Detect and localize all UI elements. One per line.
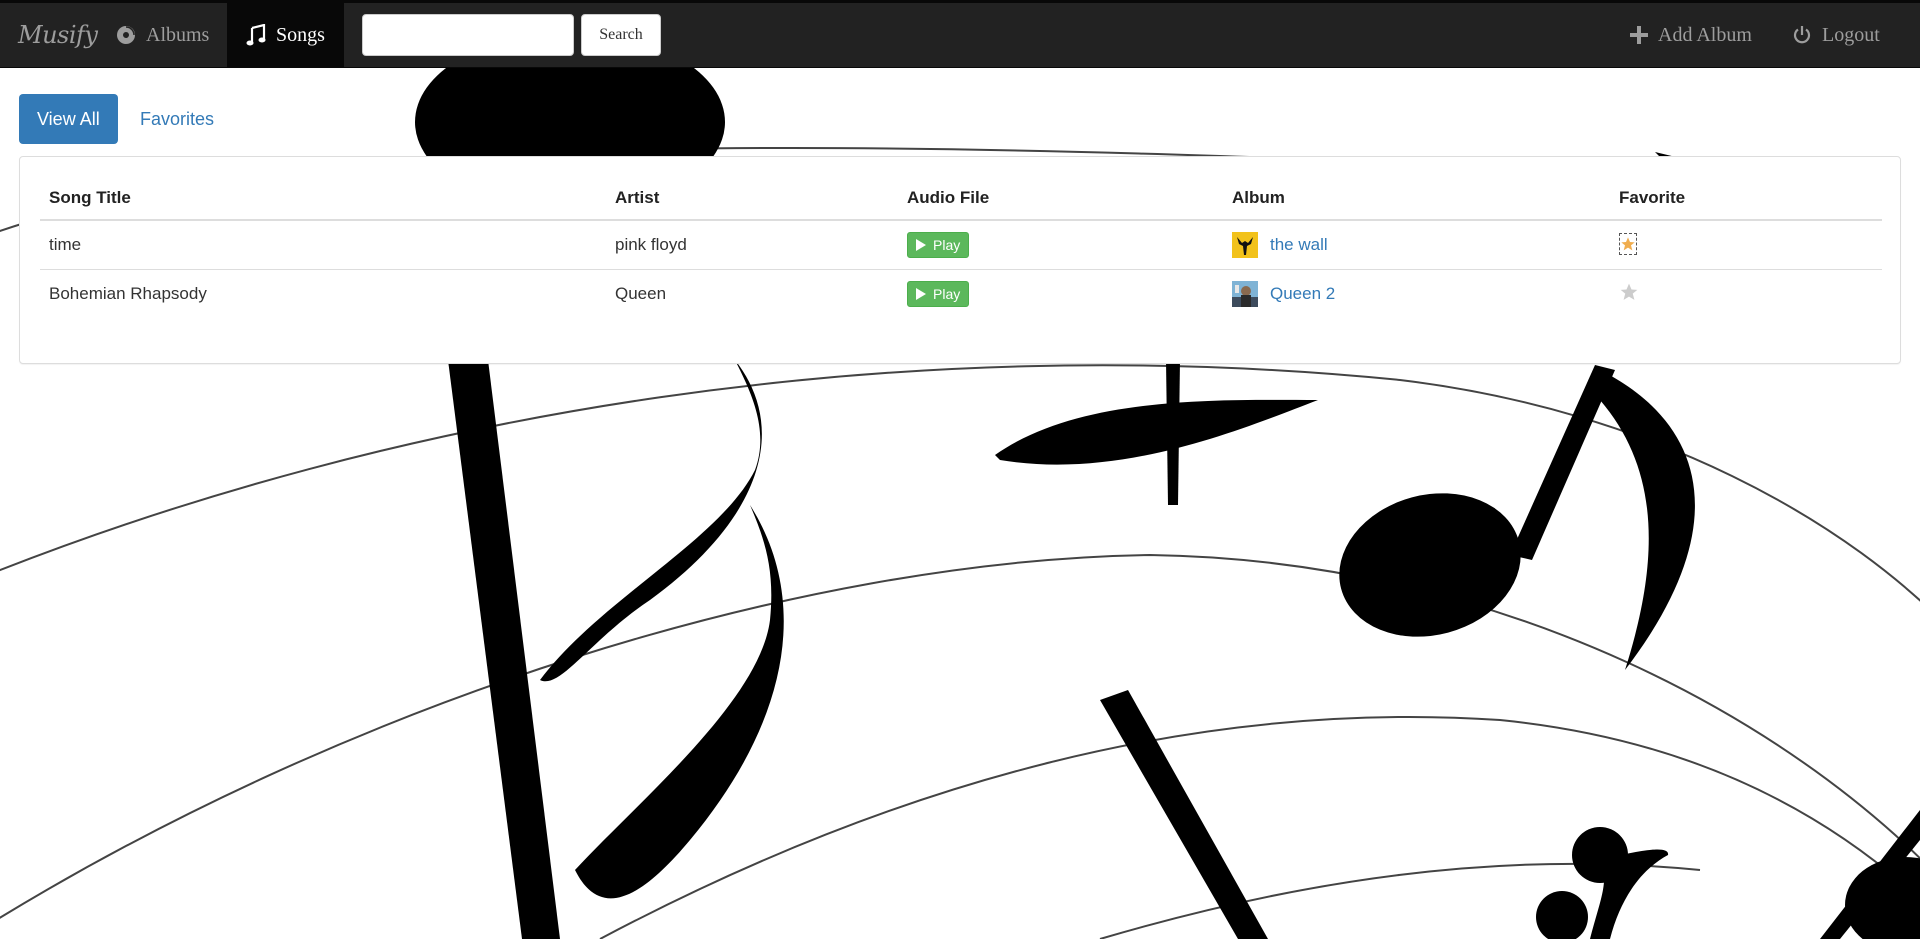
brand-logo[interactable]: Musify — [18, 3, 98, 67]
header-artist: Artist — [606, 177, 898, 221]
song-artist: pink floyd — [615, 235, 687, 254]
nav-songs[interactable]: Songs — [227, 3, 344, 67]
favorites-pill[interactable]: Favorites — [122, 94, 232, 144]
view-all-pill[interactable]: View All — [19, 94, 118, 144]
add-album-link[interactable]: Add Album — [1630, 3, 1752, 67]
table-row: time pink floyd Play the wall — [40, 220, 1882, 270]
music-notes-background — [0, 32, 1920, 939]
songs-panel: Song Title Artist Audio File Album Favor… — [19, 156, 1901, 364]
table-row: Bohemian Rhapsody Queen Play Queen 2 — [40, 269, 1882, 318]
songs-table: Song Title Artist Audio File Album Favor… — [40, 177, 1882, 318]
star-icon — [1621, 237, 1635, 251]
search-input[interactable] — [362, 14, 574, 56]
nav-songs-label: Songs — [276, 24, 325, 46]
header-favorite: Favorite — [1610, 177, 1882, 221]
album-link[interactable]: the wall — [1270, 235, 1328, 255]
disc-icon — [116, 25, 136, 45]
album-cover-image[interactable] — [1232, 281, 1258, 307]
plus-icon — [1630, 26, 1648, 44]
logout-link[interactable]: Logout — [1792, 3, 1880, 67]
table-header-row: Song Title Artist Audio File Album Favor… — [40, 177, 1882, 221]
play-label: Play — [933, 286, 961, 302]
nav-albums[interactable]: Albums — [100, 3, 225, 67]
add-album-label: Add Album — [1658, 24, 1752, 46]
search-button[interactable]: Search — [581, 14, 661, 56]
play-label: Play — [933, 237, 961, 253]
album-cover-image[interactable] — [1232, 232, 1258, 258]
nav-albums-label: Albums — [146, 24, 210, 46]
star-icon — [1620, 283, 1638, 300]
play-button[interactable]: Play — [907, 232, 970, 258]
song-title: time — [49, 235, 82, 254]
favorite-toggle[interactable] — [1619, 282, 1639, 302]
play-icon — [916, 288, 926, 300]
header-album: Album — [1223, 177, 1610, 221]
logout-label: Logout — [1822, 24, 1880, 46]
play-icon — [916, 239, 926, 251]
album-link[interactable]: Queen 2 — [1270, 284, 1335, 304]
favorite-toggle[interactable] — [1619, 233, 1637, 255]
play-button[interactable]: Play — [907, 281, 970, 307]
song-title: Bohemian Rhapsody — [40, 269, 606, 318]
header-song-title: Song Title — [40, 177, 606, 221]
music-note-icon — [246, 24, 266, 46]
power-icon — [1792, 25, 1812, 45]
navbar: Musify Albums Songs Search Add Album Log… — [0, 0, 1920, 68]
song-artist: Queen — [606, 269, 898, 318]
header-audio-file: Audio File — [898, 177, 1223, 221]
